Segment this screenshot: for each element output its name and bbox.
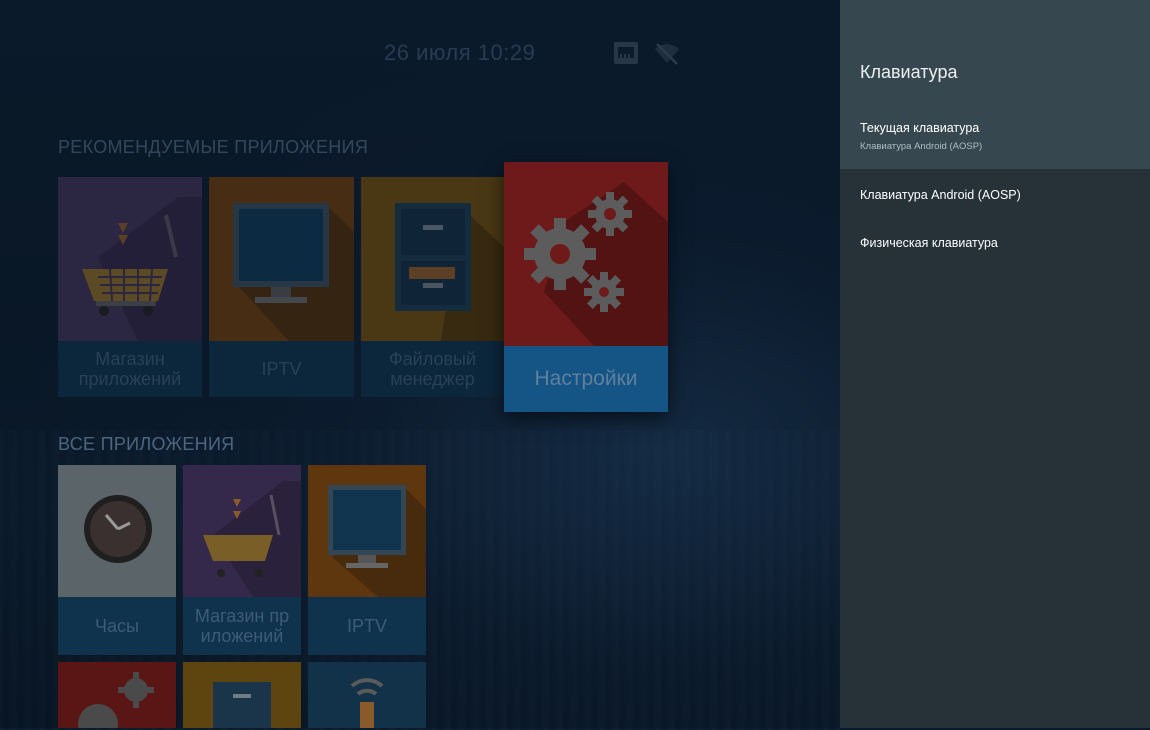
panel-header: Клавиатура — [840, 0, 1150, 106]
item-subtitle: Клавиатура Android (AOSP) — [860, 141, 983, 152]
app-label: Настройки — [504, 346, 668, 412]
panel-title: Клавиатура — [860, 62, 958, 82]
iptv-art-2 — [308, 465, 426, 597]
app-tile-remote[interactable] — [308, 662, 426, 728]
keyboard-settings-panel: Клавиатура Текущая клавиатура Клавиатура… — [840, 0, 1150, 728]
shopping-cart-icon — [203, 481, 301, 597]
app-tile-settings-2[interactable] — [58, 662, 176, 728]
all-apps-section-title: ВСЕ ПРИЛОЖЕНИЯ — [58, 434, 235, 454]
app-label: Магазин пр иложений — [183, 597, 301, 655]
item-title: Физическая клавиатура — [860, 236, 998, 250]
menu-item-current-keyboard[interactable]: Текущая клавиатура Клавиатура Android (A… — [840, 106, 1150, 169]
app-label: Часы — [58, 597, 176, 655]
file-cabinet-icon — [213, 682, 271, 728]
menu-item-physical-keyboard[interactable]: Физическая клавиатура — [840, 226, 1150, 268]
tv-icon — [328, 485, 426, 597]
app-label: IPTV — [308, 597, 426, 655]
app-tile-iptv-2[interactable]: IPTV — [308, 465, 426, 655]
item-title: Текущая клавиатура — [860, 121, 980, 135]
app-tile-file-manager-2[interactable] — [183, 662, 301, 728]
settings-art — [504, 162, 668, 346]
app-tile-settings[interactable]: Настройки — [504, 162, 668, 412]
wifi-remote-icon — [350, 678, 384, 728]
item-title: Клавиатура Android (AOSP) — [860, 188, 1021, 202]
gears-icon — [78, 672, 154, 728]
clock-art — [58, 465, 176, 597]
app-tile-store-2[interactable]: Магазин пр иложений — [183, 465, 301, 655]
store-art-2 — [183, 465, 301, 597]
clock-icon — [84, 495, 152, 563]
gears-icon — [524, 182, 668, 346]
menu-item-android-keyboard[interactable]: Клавиатура Android (AOSP) — [840, 176, 1150, 218]
app-tile-clock[interactable]: Часы — [58, 465, 176, 655]
